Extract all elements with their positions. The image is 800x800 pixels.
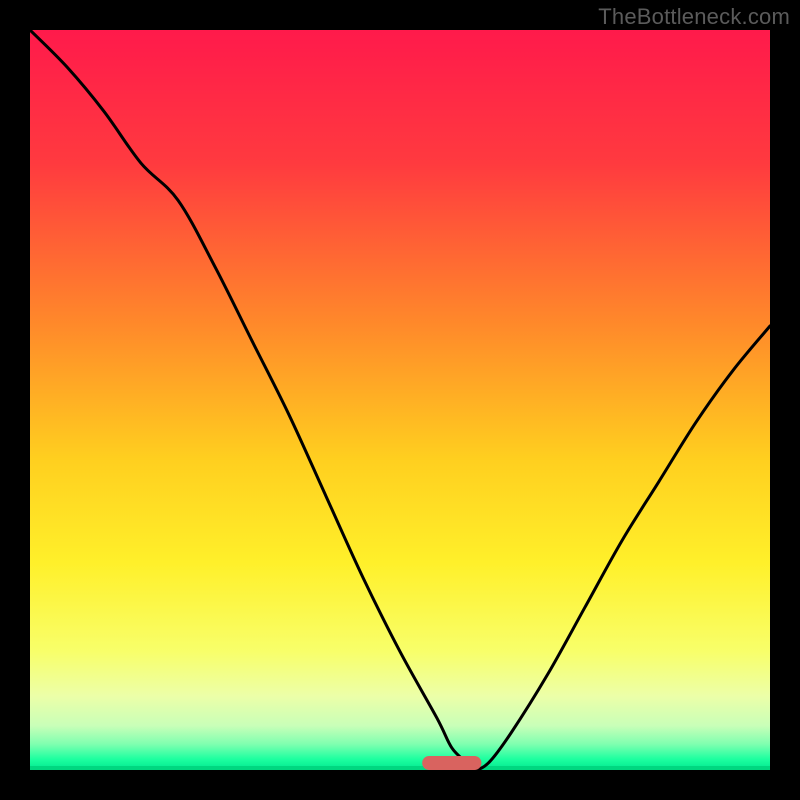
plot-area bbox=[30, 30, 770, 770]
background-gradient bbox=[30, 30, 770, 770]
floor-line bbox=[30, 766, 770, 770]
sweet-spot-marker bbox=[422, 756, 481, 770]
plot-svg bbox=[30, 30, 770, 770]
watermark-text: TheBottleneck.com bbox=[598, 4, 790, 30]
chart-frame: TheBottleneck.com bbox=[0, 0, 800, 800]
